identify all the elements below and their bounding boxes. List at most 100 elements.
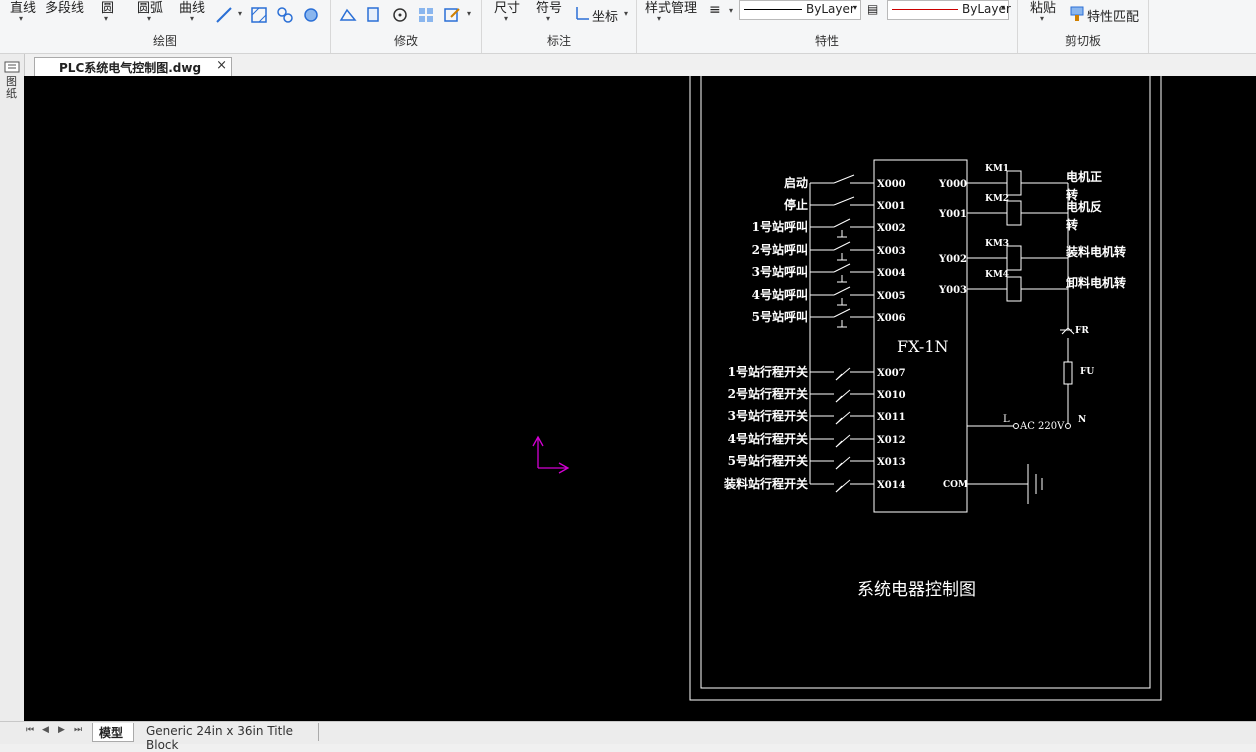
input-contact-limit (835, 395, 843, 403)
circle-dropdown-icon[interactable]: ▾ (104, 14, 108, 23)
tab-model-label: 模型 (99, 726, 124, 740)
input-pin-label: X002 (877, 223, 906, 234)
arc-dropdown-icon[interactable]: ▾ (147, 14, 151, 23)
color-dropdown-icon[interactable]: ▾ (1001, 3, 1005, 12)
linetype-combo[interactable]: ByLayer ▾ (739, 0, 861, 20)
last-layout-icon[interactable]: ⏭ (74, 725, 82, 735)
close-icon[interactable]: × (216, 58, 227, 73)
linetype-value: ByLayer (806, 2, 855, 16)
ucs-icon (532, 435, 570, 474)
input-pin-label: X011 (877, 412, 906, 423)
input-label: 装料站行程开关 (723, 476, 808, 491)
copy-icon[interactable] (365, 6, 383, 24)
ac-label: AC 220V (1019, 421, 1065, 432)
input-label: 5号站行程开关 (728, 453, 808, 468)
fr-label: FR (1075, 326, 1089, 336)
input-pin-label: X001 (877, 201, 906, 212)
n-label: N (1078, 415, 1086, 425)
com-label: COM (943, 480, 968, 490)
input-pin-label: X014 (877, 480, 906, 491)
input-label: 4号站呼叫 (752, 287, 808, 302)
draw-group: 直线 ▾ 多段线 圆 ▾ 圆弧 ▾ 曲线 ▾ ▾ 绘图 (0, 0, 331, 53)
construction-line-icon[interactable] (215, 6, 233, 24)
input-label: 启动 (784, 175, 808, 190)
coordinate-dropdown-icon[interactable]: ▾ (624, 9, 628, 18)
lineweight-icon[interactable]: ≡ (709, 2, 721, 18)
input-label: 5号站呼叫 (752, 309, 808, 324)
style-manager-dropdown-icon[interactable]: ▾ (657, 14, 661, 23)
input-contact (833, 308, 851, 318)
clipboard-group: 粘贴 ▾ 特性匹配 剪切板 (1018, 0, 1149, 53)
dimension-dropdown-icon[interactable]: ▾ (504, 14, 508, 23)
linetype-sample-line (744, 9, 802, 10)
color-combo[interactable]: ByLayer ▾ (887, 0, 1011, 20)
input-contact-limit (835, 373, 843, 381)
document-tab[interactable]: PLC系统电气控制图.dwg × (34, 57, 232, 77)
match-properties-button[interactable]: 特性匹配 (1087, 6, 1139, 25)
symbol-dropdown-icon[interactable]: ▾ (546, 14, 550, 23)
output-label: 卸料电机转 (1066, 275, 1126, 290)
prev-layout-icon[interactable]: ◀ (42, 725, 49, 735)
input-contact-limit (835, 485, 843, 493)
hatch-icon[interactable] (250, 6, 268, 24)
input-pin-label: X000 (877, 179, 906, 190)
input-contact (833, 286, 851, 296)
power-circuit (967, 183, 1075, 504)
drawing-canvas[interactable]: 启动 X000 停止 X001 1号站呼叫 X002 2号站呼叫 X003 3号站呼叫 X004 4… (24, 76, 1256, 721)
input-contact (833, 196, 855, 206)
output-label: 电机正 (1066, 169, 1102, 184)
tab-title-block-label: Generic 24in x 36in Title Block (146, 724, 294, 752)
input-pin-label: X004 (877, 268, 906, 279)
match-properties-icon[interactable] (1068, 5, 1086, 23)
input-pin-label: X006 (877, 313, 906, 324)
input-label: 4号站行程开关 (728, 431, 808, 446)
fu-label: FU (1080, 367, 1094, 377)
curve-dropdown-icon[interactable]: ▾ (190, 14, 194, 23)
relay-label: KM2 (985, 194, 1009, 204)
input-pin-label: X005 (877, 291, 906, 302)
style-manager-button[interactable]: 样式管理 (645, 0, 697, 16)
draw-group-label: 绘图 (152, 34, 177, 48)
offset-icon[interactable] (339, 6, 357, 24)
coordinate-button[interactable]: 坐标 (592, 6, 618, 25)
relay-coil (1006, 170, 1022, 196)
paste-dropdown-icon[interactable]: ▾ (1040, 14, 1044, 23)
plc-model-label: FX-1N (897, 337, 949, 356)
relay-coil (1006, 200, 1022, 226)
input-label: 1号站行程开关 (728, 364, 808, 379)
properties-group-label: 特性 (814, 34, 839, 48)
palette-icon[interactable] (4, 61, 20, 73)
line-dropdown-icon[interactable]: ▾ (19, 14, 23, 23)
array-icon[interactable] (417, 6, 435, 24)
input-contact (833, 218, 851, 228)
output-label: 装料电机转 (1065, 244, 1126, 259)
document-tab-title: PLC系统电气控制图.dwg (59, 61, 202, 75)
drawing-svg[interactable]: 启动 X000 停止 X001 1号站呼叫 X002 2号站呼叫 X003 3号站呼叫 X004 4… (24, 76, 1256, 721)
boundary-icon[interactable] (302, 6, 320, 24)
edit-icon[interactable] (443, 6, 461, 24)
input-label: 2号站行程开关 (728, 386, 808, 401)
polyline-button[interactable]: 多段线 (45, 0, 84, 16)
rotate-icon[interactable] (391, 6, 409, 24)
input-contact (833, 241, 851, 251)
palette-label[interactable]: 图纸 (6, 76, 18, 100)
linetype-dropdown-icon[interactable]: ▾ (853, 3, 857, 12)
region-icon[interactable] (276, 6, 294, 24)
color-sample-line (892, 9, 958, 10)
coordinate-icon[interactable] (574, 4, 592, 22)
first-layout-icon[interactable]: ⏮ (26, 725, 34, 735)
tab-model[interactable]: 模型 (92, 723, 134, 742)
modify-dropdown-icon[interactable]: ▾ (467, 9, 471, 18)
lineweight-dropdown-icon[interactable]: ▾ (729, 6, 733, 15)
next-layout-icon[interactable]: ▶ (58, 725, 65, 735)
input-label: 2号站呼叫 (752, 242, 808, 257)
input-label: 3号站呼叫 (752, 264, 808, 279)
tab-title-block[interactable]: Generic 24in x 36in Title Block (134, 723, 319, 752)
input-contact-limit (835, 440, 843, 448)
construction-line-dropdown-icon[interactable]: ▾ (238, 9, 242, 18)
input-contact-limit (835, 417, 843, 425)
layer-icon[interactable]: ▤ (867, 2, 878, 16)
output-pin-label: Y002 (938, 254, 967, 265)
relay-label: KM1 (985, 164, 1009, 174)
input-pin-label: X003 (877, 246, 906, 257)
